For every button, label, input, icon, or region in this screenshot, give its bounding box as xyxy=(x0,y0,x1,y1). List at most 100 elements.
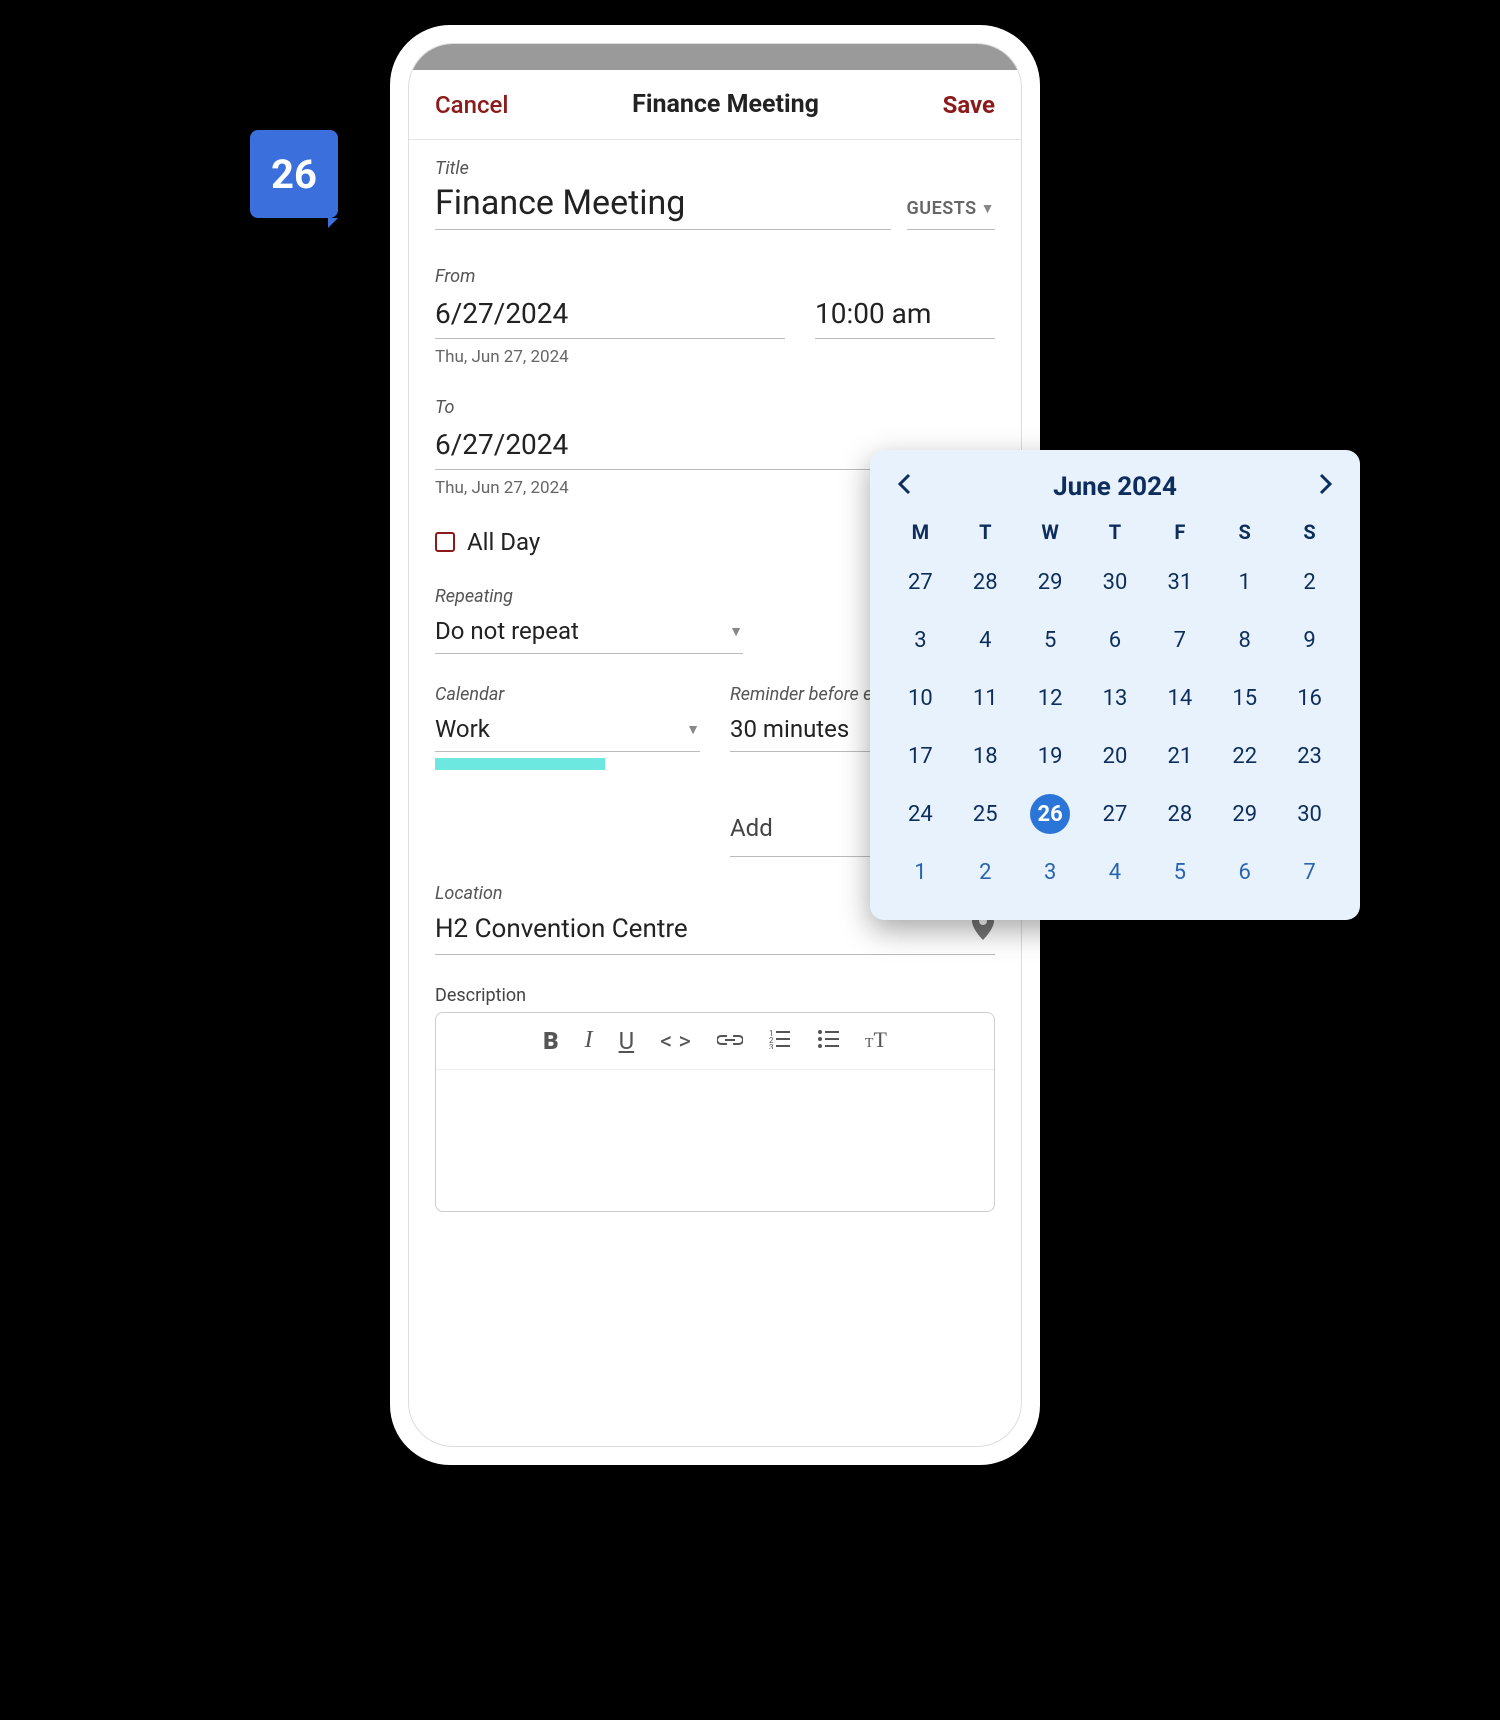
picker-day[interactable]: 25 xyxy=(953,794,1018,834)
picker-day[interactable]: 26 xyxy=(1030,794,1070,834)
picker-day[interactable]: 12 xyxy=(1018,678,1083,718)
save-button[interactable]: Save xyxy=(943,91,995,119)
ordered-list-icon[interactable]: 123 xyxy=(769,1027,791,1055)
caret-down-icon: ▼ xyxy=(729,623,743,640)
picker-day[interactable]: 17 xyxy=(888,736,953,776)
editor-toolbar: B I U < > 123 TT xyxy=(436,1013,994,1070)
picker-month: June 2024 xyxy=(1053,472,1177,502)
from-label: From xyxy=(435,266,995,287)
picker-day[interactable]: 31 xyxy=(1147,562,1212,602)
modal-title: Finance Meeting xyxy=(632,90,819,119)
date-picker: June 2024 MTWTFSS27282930311234567891011… xyxy=(870,450,1360,920)
calendar-label: Calendar xyxy=(435,684,700,705)
picker-day[interactable]: 1 xyxy=(888,852,953,892)
checkbox-icon xyxy=(435,532,455,552)
picker-day[interactable]: 14 xyxy=(1147,678,1212,718)
repeating-label: Repeating xyxy=(435,586,743,607)
picker-day[interactable]: 27 xyxy=(888,562,953,602)
status-bar xyxy=(409,44,1021,70)
prev-month-button[interactable] xyxy=(896,472,914,502)
svg-text:3: 3 xyxy=(769,1043,774,1049)
picker-dow: S xyxy=(1277,520,1342,544)
text-size-icon[interactable]: TT xyxy=(865,1027,887,1055)
picker-day[interactable]: 4 xyxy=(1083,852,1148,892)
calendar-app-badge: 26 xyxy=(250,130,338,218)
caret-down-icon: ▼ xyxy=(686,721,700,738)
description-editor[interactable]: B I U < > 123 TT xyxy=(435,1012,995,1212)
from-time-value: 10:00 am xyxy=(815,297,931,330)
picker-day[interactable]: 1 xyxy=(1212,562,1277,602)
picker-day[interactable]: 21 xyxy=(1147,736,1212,776)
picker-day[interactable]: 29 xyxy=(1212,794,1277,834)
from-date-field[interactable]: 6/27/2024 xyxy=(435,291,785,339)
picker-dow: S xyxy=(1212,520,1277,544)
to-date-value: 6/27/2024 xyxy=(435,428,568,461)
picker-day[interactable]: 20 xyxy=(1083,736,1148,776)
picker-day[interactable]: 7 xyxy=(1147,620,1212,660)
from-date-sub: Thu, Jun 27, 2024 xyxy=(435,347,995,367)
picker-day[interactable]: 2 xyxy=(953,852,1018,892)
calendar-select[interactable]: Work ▼ xyxy=(435,709,700,752)
picker-day[interactable]: 30 xyxy=(1083,562,1148,602)
picker-day[interactable]: 5 xyxy=(1018,620,1083,660)
picker-dow: W xyxy=(1018,520,1083,544)
picker-day[interactable]: 9 xyxy=(1277,620,1342,660)
title-value: Finance Meeting xyxy=(435,183,891,223)
caret-down-icon: ▼ xyxy=(981,200,995,217)
picker-day[interactable]: 3 xyxy=(1018,852,1083,892)
italic-icon[interactable]: I xyxy=(585,1027,593,1055)
picker-day[interactable]: 29 xyxy=(1018,562,1083,602)
add-label: Add xyxy=(730,814,773,842)
picker-dow: T xyxy=(1083,520,1148,544)
picker-day[interactable]: 27 xyxy=(1083,794,1148,834)
title-label: Title xyxy=(435,158,995,179)
from-date-value: 6/27/2024 xyxy=(435,297,568,330)
picker-day[interactable]: 28 xyxy=(1147,794,1212,834)
picker-day[interactable]: 11 xyxy=(953,678,1018,718)
picker-day[interactable]: 6 xyxy=(1083,620,1148,660)
picker-dow: T xyxy=(953,520,1018,544)
location-value: H2 Convention Centre xyxy=(435,914,688,944)
bullet-list-icon[interactable] xyxy=(817,1027,839,1055)
picker-day[interactable]: 7 xyxy=(1277,852,1342,892)
picker-day[interactable]: 5 xyxy=(1147,852,1212,892)
underline-icon[interactable]: U xyxy=(619,1027,635,1055)
picker-day[interactable]: 22 xyxy=(1212,736,1277,776)
badge-day: 26 xyxy=(271,151,317,198)
picker-day[interactable]: 3 xyxy=(888,620,953,660)
picker-day[interactable]: 13 xyxy=(1083,678,1148,718)
picker-day[interactable]: 4 xyxy=(953,620,1018,660)
link-icon[interactable] xyxy=(717,1027,743,1055)
to-label: To xyxy=(435,397,995,418)
picker-day[interactable]: 15 xyxy=(1212,678,1277,718)
picker-grid: MTWTFSS272829303112345678910111213141516… xyxy=(888,520,1342,892)
picker-day[interactable]: 19 xyxy=(1018,736,1083,776)
from-time-field[interactable]: 10:00 am xyxy=(815,291,995,339)
cancel-button[interactable]: Cancel xyxy=(435,91,508,119)
picker-day[interactable]: 8 xyxy=(1212,620,1277,660)
modal-header: Cancel Finance Meeting Save xyxy=(409,70,1021,140)
code-icon[interactable]: < > xyxy=(660,1027,691,1055)
calendar-value: Work xyxy=(435,715,490,743)
guests-label: GUESTS xyxy=(907,198,977,219)
guests-button[interactable]: GUESTS ▼ xyxy=(907,198,996,230)
picker-day[interactable]: 16 xyxy=(1277,678,1342,718)
calendar-color-swatch xyxy=(435,758,605,770)
picker-day[interactable]: 23 xyxy=(1277,736,1342,776)
picker-dow: F xyxy=(1147,520,1212,544)
repeating-select[interactable]: Do not repeat ▼ xyxy=(435,611,743,654)
picker-day[interactable]: 24 xyxy=(888,794,953,834)
bold-icon[interactable]: B xyxy=(543,1027,559,1055)
picker-day[interactable]: 28 xyxy=(953,562,1018,602)
title-input[interactable]: Finance Meeting xyxy=(435,183,891,230)
picker-day[interactable]: 6 xyxy=(1212,852,1277,892)
picker-day[interactable]: 10 xyxy=(888,678,953,718)
picker-day[interactable]: 18 xyxy=(953,736,1018,776)
allday-label: All Day xyxy=(467,528,540,556)
picker-dow: M xyxy=(888,520,953,544)
repeating-value: Do not repeat xyxy=(435,617,579,645)
picker-day[interactable]: 2 xyxy=(1277,562,1342,602)
picker-day[interactable]: 30 xyxy=(1277,794,1342,834)
description-label: Description xyxy=(435,985,995,1006)
next-month-button[interactable] xyxy=(1316,472,1334,502)
